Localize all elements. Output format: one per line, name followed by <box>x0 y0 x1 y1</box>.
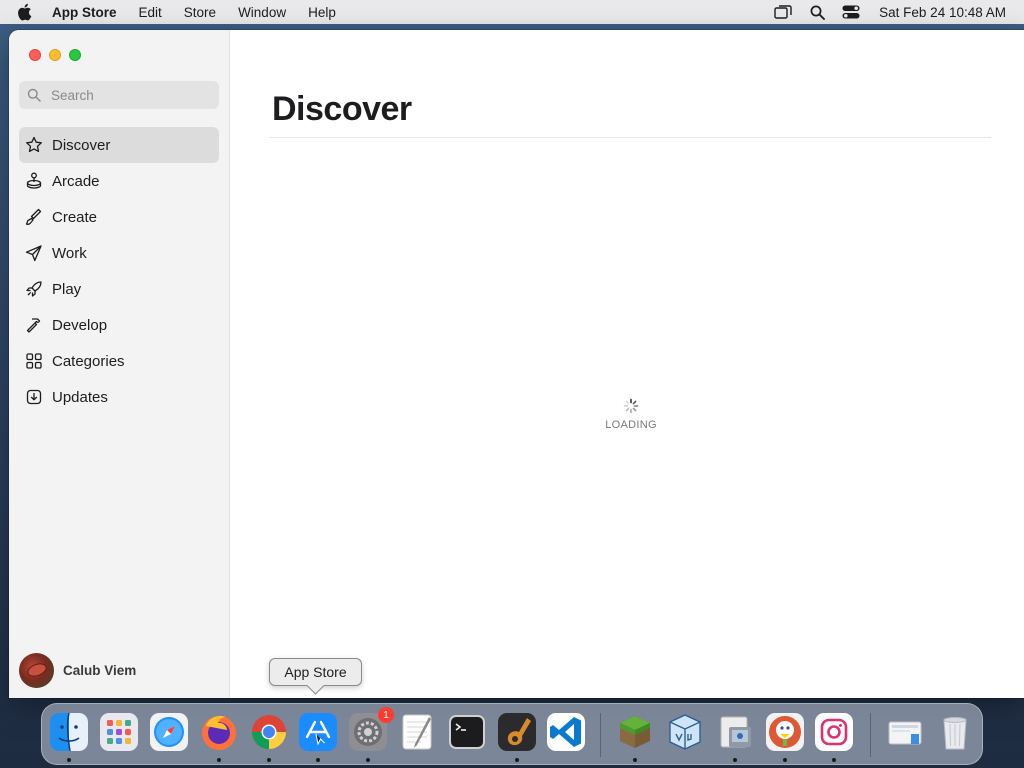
menu-app-name[interactable]: App Store <box>52 5 117 20</box>
dock-virtualbox-icon[interactable] <box>664 711 706 753</box>
dock-running-indicator <box>515 758 519 762</box>
menu-edit[interactable]: Edit <box>139 5 162 20</box>
dock-running-indicator <box>733 758 737 762</box>
dock-tooltip: App Store <box>269 658 362 686</box>
dock-app-store-icon[interactable] <box>297 711 339 753</box>
rocket-icon <box>25 280 43 298</box>
menu-bar-clock[interactable]: Sat Feb 24 10:48 AM <box>879 5 1006 20</box>
dock-vscode-icon[interactable] <box>545 711 587 753</box>
dock-trash-icon[interactable] <box>934 711 976 753</box>
menu-store[interactable]: Store <box>184 5 216 20</box>
sidebar: Search Discover Arcade Create Work Play … <box>9 30 230 698</box>
sidebar-item-label: Develop <box>52 316 108 334</box>
dock-downloads-icon[interactable] <box>884 711 926 753</box>
notification-badge: 1 <box>378 707 394 723</box>
account-profile[interactable]: Calub Viem <box>19 652 136 688</box>
sidebar-item-work[interactable]: Work <box>19 235 219 271</box>
window-controls <box>29 49 81 61</box>
sidebar-item-develop[interactable]: Develop <box>19 307 219 343</box>
sidebar-item-label: Categories <box>52 352 125 370</box>
dock-garageband-icon[interactable] <box>496 711 538 753</box>
menu-bar: App Store Edit Store Window Help Sat Feb… <box>0 0 1024 24</box>
zoom-button[interactable] <box>69 49 81 61</box>
download-icon <box>25 388 43 406</box>
grid-icon <box>25 352 43 370</box>
search-field[interactable]: Search <box>19 81 219 109</box>
screen-mirroring-icon[interactable] <box>773 2 793 22</box>
dock-running-indicator <box>316 758 320 762</box>
dock: 1 <box>41 703 983 765</box>
sidebar-item-label: Arcade <box>52 172 100 190</box>
menu-help[interactable]: Help <box>308 5 336 20</box>
paperplane-icon <box>25 244 43 262</box>
sidebar-item-updates[interactable]: Updates <box>19 379 219 415</box>
sidebar-item-label: Updates <box>52 388 108 406</box>
joystick-icon <box>25 172 43 190</box>
dock-preview-icon[interactable] <box>714 711 756 753</box>
apple-menu-icon[interactable] <box>16 2 36 22</box>
page-title: Discover <box>272 90 412 128</box>
dock-minecraft-icon[interactable] <box>614 711 656 753</box>
sidebar-item-discover[interactable]: Discover <box>19 127 219 163</box>
star-icon <box>25 136 43 154</box>
hammer-icon <box>25 316 43 334</box>
dock-textedit-icon[interactable] <box>396 711 438 753</box>
sidebar-item-create[interactable]: Create <box>19 199 219 235</box>
sidebar-item-arcade[interactable]: Arcade <box>19 163 219 199</box>
avatar[interactable] <box>19 652 54 688</box>
loading-label: LOADING <box>605 419 657 431</box>
brush-icon <box>25 208 43 226</box>
close-button[interactable] <box>29 49 41 61</box>
sidebar-nav: Discover Arcade Create Work Play Develop… <box>19 127 219 415</box>
dock-firefox-icon[interactable] <box>198 711 240 753</box>
dock-instagram-icon[interactable] <box>813 711 855 753</box>
dock-separator <box>870 713 871 757</box>
dock-separator <box>600 713 601 757</box>
dock-system-settings-icon[interactable]: 1 <box>347 707 394 753</box>
spotlight-search-icon[interactable] <box>807 2 827 22</box>
dock-running-indicator <box>832 758 836 762</box>
dock-running-indicator <box>67 758 71 762</box>
sidebar-item-label: Create <box>52 208 98 226</box>
menu-window[interactable]: Window <box>238 5 286 20</box>
loading-indicator: LOADING <box>605 398 657 431</box>
sidebar-item-categories[interactable]: Categories <box>19 343 219 379</box>
dock-running-indicator <box>366 758 370 762</box>
dock-duckduckgo-icon[interactable] <box>764 711 806 753</box>
minimize-button[interactable] <box>49 49 61 61</box>
dock-running-indicator <box>633 758 637 762</box>
search-placeholder: Search <box>51 87 94 103</box>
main-content: Discover LOADING <box>230 30 1024 698</box>
dock-running-indicator <box>783 758 787 762</box>
dock-launchpad-icon[interactable] <box>98 711 140 753</box>
spinner-icon <box>623 398 639 414</box>
sidebar-item-label: Discover <box>52 136 111 154</box>
dock-terminal-icon[interactable] <box>446 711 488 753</box>
dock-chrome-icon[interactable] <box>248 711 290 753</box>
search-icon <box>27 87 43 103</box>
dock-finder-icon[interactable] <box>48 711 90 753</box>
profile-name: Calub Viem <box>63 662 137 678</box>
sidebar-item-play[interactable]: Play <box>19 271 219 307</box>
title-divider <box>269 137 991 138</box>
control-center-icon[interactable] <box>841 2 861 22</box>
app-store-window: Search Discover Arcade Create Work Play … <box>9 30 1024 698</box>
dock-running-indicator <box>267 758 271 762</box>
dock-safari-icon[interactable] <box>148 711 190 753</box>
dock-running-indicator <box>217 758 221 762</box>
sidebar-item-label: Work <box>52 244 87 262</box>
sidebar-item-label: Play <box>52 280 82 298</box>
